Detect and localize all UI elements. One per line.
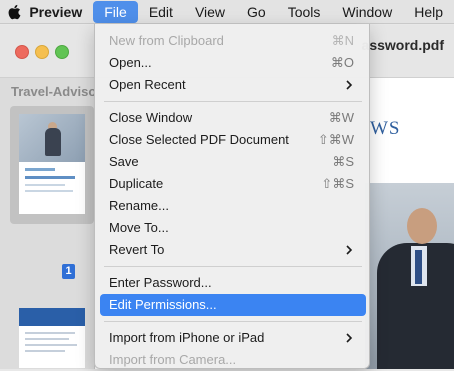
document-photo-tie: [415, 250, 422, 284]
page-thumbnail-image: [19, 114, 85, 214]
menu-item-label: New from Clipboard: [109, 33, 224, 48]
menu-item-label: Rename...: [109, 198, 169, 213]
page-thumbnail[interactable]: [19, 308, 85, 368]
menu-item-move-to[interactable]: Move To...: [100, 217, 366, 239]
menu-item-open[interactable]: Open... ⌘O: [100, 52, 366, 74]
menu-item-label: Open...: [109, 55, 152, 70]
menu-item-label: Import from Camera...: [109, 352, 237, 367]
menu-item-label: Close Selected PDF Document: [109, 132, 289, 147]
shortcut-label: ⌘O: [330, 55, 354, 70]
menu-item-duplicate[interactable]: Duplicate ⇧⌘S: [100, 173, 366, 195]
menu-item-label: Save: [109, 154, 139, 169]
thumbnail-sidebar: Travel-Advisor 1: [0, 78, 95, 369]
shortcut-label: ⇧⌘W: [317, 132, 354, 147]
menu-separator: [104, 101, 362, 102]
menu-item-label: Close Window: [109, 110, 193, 125]
menu-item-save[interactable]: Save ⌘S: [100, 151, 366, 173]
menu-file[interactable]: File: [93, 0, 138, 23]
menu-item-revert-to[interactable]: Revert To: [100, 239, 366, 261]
menu-item-import-from-camera: Import from Camera...: [100, 349, 366, 371]
close-window-button[interactable]: [15, 45, 29, 59]
shortcut-label: ⌘S: [332, 154, 354, 169]
menu-item-close-selected-pdf[interactable]: Close Selected PDF Document ⇧⌘W: [100, 129, 366, 151]
zoom-window-button[interactable]: [55, 45, 69, 59]
menu-item-label: Duplicate: [109, 176, 164, 191]
menu-item-close-window[interactable]: Close Window ⌘W: [100, 107, 366, 129]
window-title: assword.pdf: [361, 37, 444, 53]
page-number-badge: 1: [62, 264, 75, 279]
chevron-right-icon: [344, 74, 354, 96]
chevron-right-icon: [344, 239, 354, 261]
menu-item-label: Edit Permissions...: [109, 297, 217, 312]
page-thumbnail-selected[interactable]: [10, 106, 94, 224]
document-heading: WS: [370, 118, 401, 139]
menu-tools[interactable]: Tools: [277, 0, 332, 24]
menu-item-label: Move To...: [109, 220, 169, 235]
shortcut-label: ⌘W: [328, 110, 354, 125]
menu-help[interactable]: Help: [403, 0, 454, 24]
apple-logo-icon[interactable]: [0, 4, 27, 20]
menu-item-rename[interactable]: Rename...: [100, 195, 366, 217]
shortcut-label: ⇧⌘S: [321, 176, 354, 191]
file-menu-dropdown: New from Clipboard ⌘N Open... ⌘O Open Re…: [94, 24, 370, 369]
menu-item-open-recent[interactable]: Open Recent: [100, 74, 366, 96]
menu-view[interactable]: View: [184, 0, 236, 24]
menu-item-label: Open Recent: [109, 77, 186, 92]
menu-item-label: Import from iPhone or iPad: [109, 330, 265, 345]
menu-go[interactable]: Go: [236, 0, 277, 24]
menu-item-edit-permissions[interactable]: Edit Permissions...: [100, 294, 366, 316]
document-photo-head: [407, 208, 437, 244]
chevron-right-icon: [344, 327, 354, 349]
shortcut-label: ⌘N: [331, 33, 354, 48]
menu-preview[interactable]: Preview: [27, 0, 93, 24]
menu-item-import-from-iphone[interactable]: Import from iPhone or iPad: [100, 327, 366, 349]
menu-separator: [104, 321, 362, 322]
menu-bar: Preview File Edit View Go Tools Window H…: [0, 0, 454, 24]
menu-item-enter-password[interactable]: Enter Password...: [100, 272, 366, 294]
minimize-window-button[interactable]: [35, 45, 49, 59]
menu-item-label: Enter Password...: [109, 275, 212, 290]
menu-edit[interactable]: Edit: [138, 0, 184, 24]
sidebar-title: Travel-Advisor: [11, 84, 95, 99]
menu-item-new-from-clipboard: New from Clipboard ⌘N: [100, 30, 366, 52]
menu-window[interactable]: Window: [331, 0, 403, 24]
menu-item-label: Revert To: [109, 242, 165, 257]
menu-separator: [104, 266, 362, 267]
